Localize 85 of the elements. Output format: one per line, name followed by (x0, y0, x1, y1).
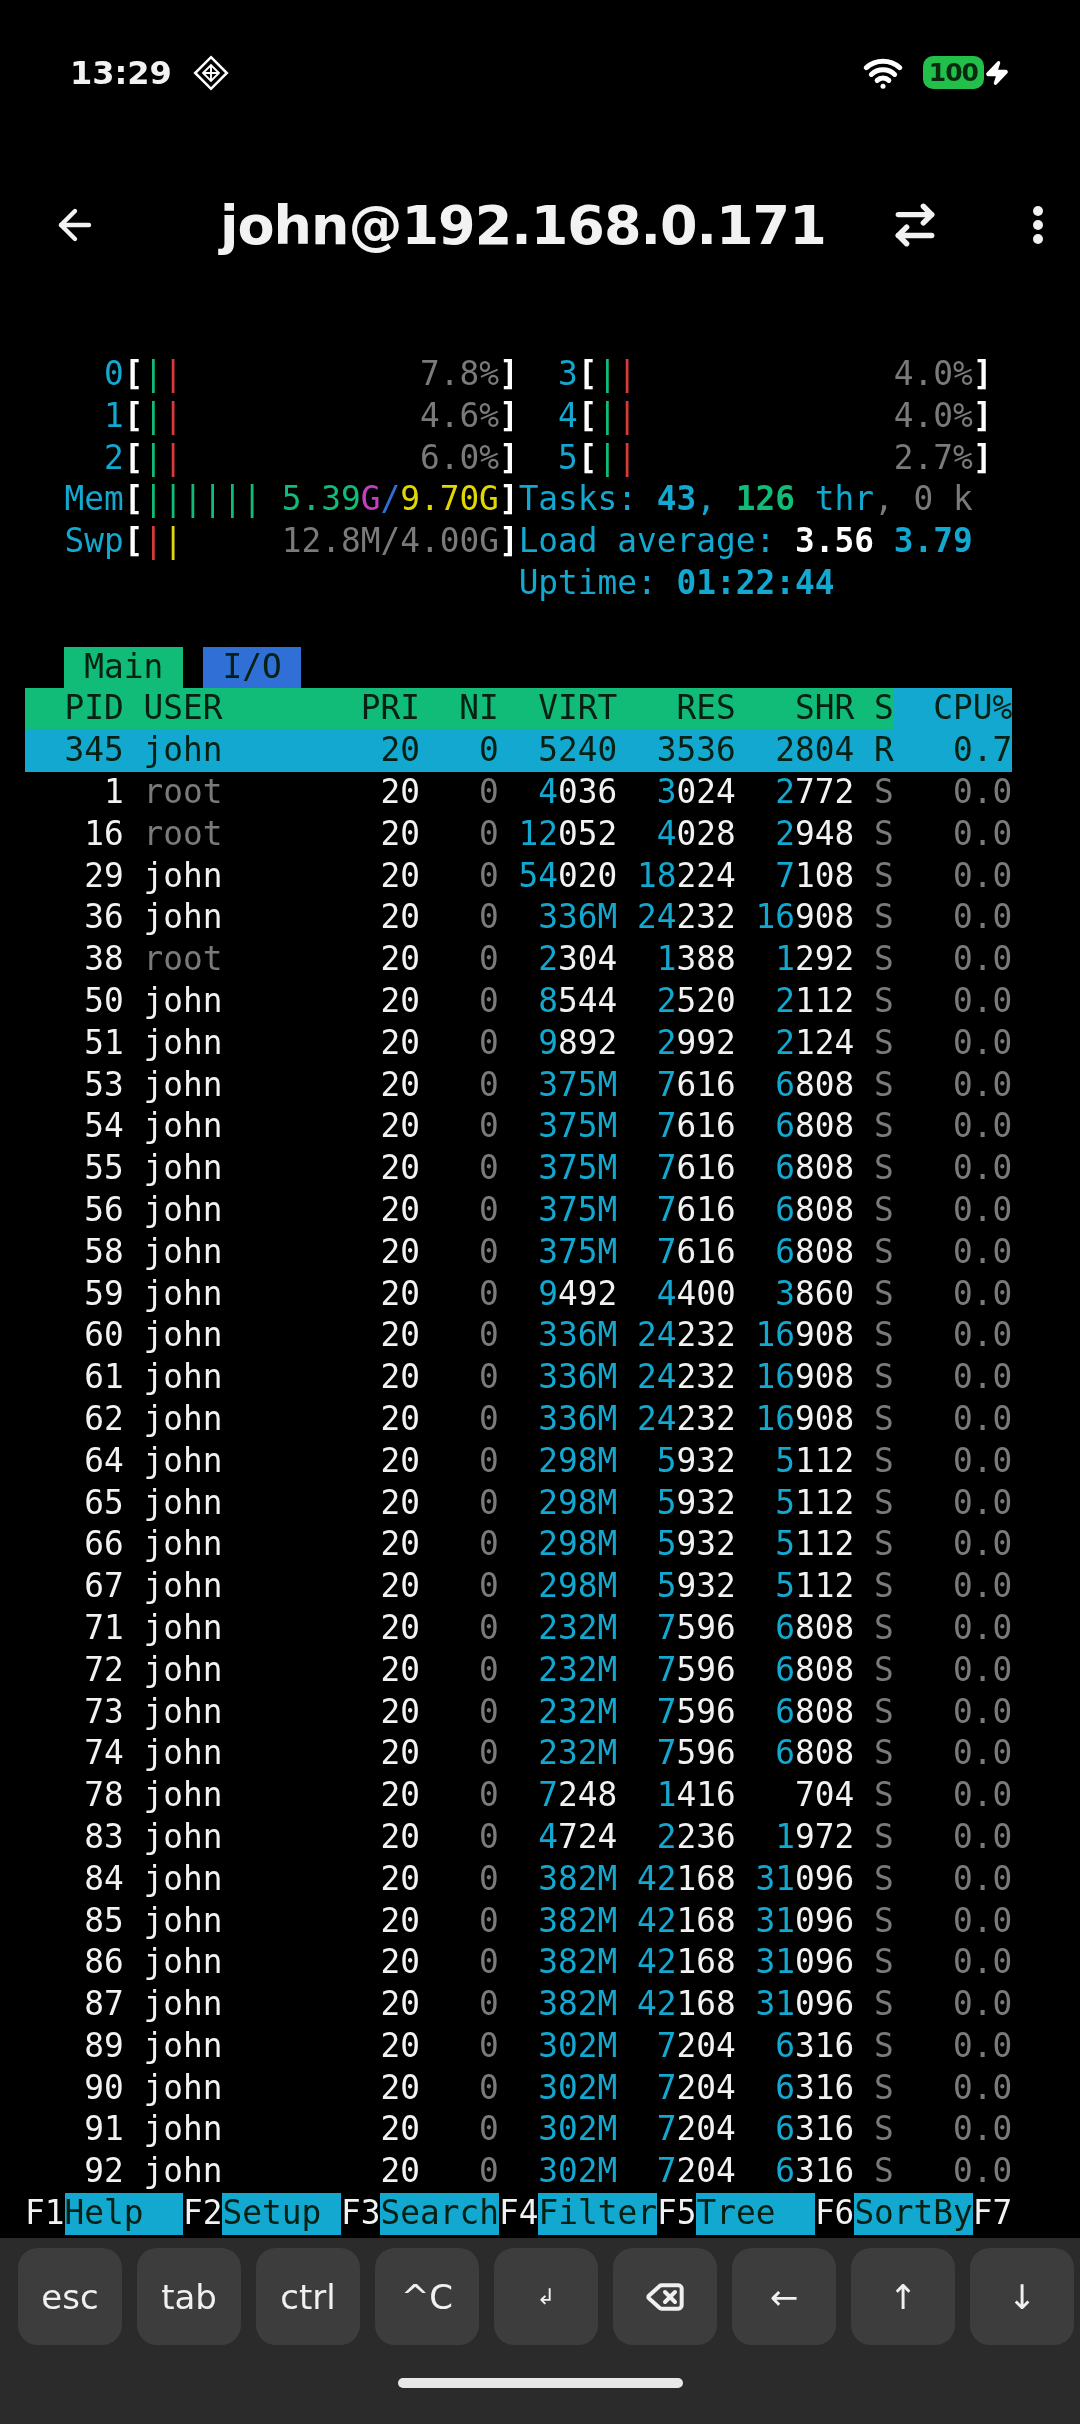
column-header[interactable]: PID (25, 688, 124, 731)
function-key-label: F4 (498, 2193, 539, 2235)
process-row[interactable]: 66 john 20 0 298M 5932 5112 S 0.0 (25, 1524, 1013, 1567)
process-row[interactable]: 90 john 20 0 302M 7204 6316 S 0.0 (25, 2067, 1013, 2110)
function-key-label: F2 (182, 2193, 223, 2235)
column-header[interactable]: USER (123, 688, 322, 731)
process-row[interactable]: 87 john 20 0 382M 42168 31096 S 0.0 (25, 1984, 1013, 2026)
process-row[interactable]: 78 john 20 0 7248 1416 704 S 0.0 (25, 1775, 1013, 1817)
system-info-line: Uptime: 01:22:44 (518, 563, 836, 604)
system-info-line: Tasks: 43, 126 thr, 0 k (518, 479, 974, 521)
process-row[interactable]: 59 john 20 0 9492 4400 3860 S 0.0 (25, 1273, 1013, 1316)
column-header[interactable]: S (854, 688, 894, 731)
process-row[interactable]: 55 john 20 0 375M 7616 6808 S 0.0 (25, 1148, 1013, 1190)
process-row[interactable]: 89 john 20 0 302M 7204 6316 S 0.0 (25, 2025, 1013, 2068)
column-header[interactable]: SHR (735, 688, 855, 731)
usage-meter: 1[|| 4.6%] (102, 395, 519, 437)
function-key-label: F1 (25, 2193, 65, 2235)
process-row[interactable]: 65 john 20 0 298M 5932 5112 S 0.0 (25, 1482, 1013, 1525)
function-key-button[interactable]: Tree (696, 2193, 815, 2235)
process-row[interactable]: 1 root 20 0 4036 3024 2772 S 0.0 (25, 772, 1013, 814)
extra-key[interactable]: esc (18, 2248, 122, 2345)
process-row[interactable]: 51 john 20 0 9892 2992 2124 S 0.0 (25, 1022, 1013, 1065)
function-key-button[interactable]: Setup (222, 2193, 341, 2235)
function-key-button[interactable]: Filter (538, 2193, 657, 2235)
extra-key[interactable]: ↑ (851, 2248, 955, 2345)
process-row[interactable]: 53 john 20 0 375M 7616 6808 S 0.0 (25, 1064, 1013, 1107)
process-row[interactable]: 38 root 20 0 2304 1388 1292 S 0.0 (25, 939, 1013, 981)
process-row[interactable]: 62 john 20 0 336M 24232 16908 S 0.0 (25, 1398, 1013, 1441)
usage-meter: 5[|| 2.7%] (557, 437, 993, 479)
screen-tab[interactable]: I/O (202, 646, 302, 689)
process-row[interactable]: 36 john 20 0 336M 24232 16908 S 0.0 (25, 897, 1013, 940)
process-row[interactable]: 85 john 20 0 382M 42168 31096 S 0.0 (25, 1900, 1013, 1943)
process-row[interactable]: 74 john 20 0 232M 7596 6808 S 0.0 (25, 1733, 1013, 1776)
column-header[interactable]: CPU% (893, 688, 1013, 731)
process-row[interactable]: 58 john 20 0 375M 7616 6808 S 0.0 (25, 1231, 1013, 1274)
process-row[interactable]: 83 john 20 0 4724 2236 1972 S 0.0 (25, 1816, 1013, 1859)
usage-meter: 2[|| 6.0%] (102, 437, 519, 479)
usage-meter: Swp[|| 12.8M/4.00G] (63, 521, 519, 563)
more-vertical-icon (1032, 205, 1044, 245)
battery-level: 100 (922, 56, 984, 89)
function-key-button[interactable]: Help (64, 2193, 183, 2235)
process-row[interactable]: 64 john 20 0 298M 5932 5112 S 0.0 (25, 1440, 1013, 1483)
extra-key[interactable]: tab (137, 2248, 241, 2345)
process-row[interactable]: 345 john 20 0 5240 3536 2804 R 0.7 (25, 730, 1013, 772)
process-row[interactable]: 73 john 20 0 232M 7596 6808 S 0.0 (25, 1691, 1013, 1734)
window-title: john@192.168.0.171 (220, 193, 827, 257)
clock-time: 13:29 (70, 53, 172, 92)
function-key-label: F3 (340, 2193, 381, 2235)
extra-key[interactable]: ← (732, 2248, 836, 2345)
usage-meter: 4[|| 4.0%] (557, 395, 993, 437)
usage-meter: Mem[|||||| 5.39G/9.70G] (63, 479, 519, 521)
process-row[interactable]: 91 john 20 0 302M 7204 6316 S 0.0 (25, 2109, 1013, 2152)
enter-key[interactable]: ↲ (494, 2248, 598, 2345)
backspace-key[interactable] (613, 2248, 717, 2345)
extra-key[interactable]: ↓ (970, 2248, 1074, 2345)
process-row[interactable]: 60 john 20 0 336M 24232 16908 S 0.0 (25, 1315, 1013, 1358)
function-key-label: F5 (656, 2193, 697, 2235)
function-key-button[interactable]: SortBy (854, 2193, 973, 2235)
column-header[interactable]: RES (617, 688, 736, 731)
column-header[interactable]: NI (419, 688, 499, 731)
column-header[interactable]: PRI (321, 688, 420, 731)
process-row[interactable]: 72 john 20 0 232M 7596 6808 S 0.0 (25, 1649, 1013, 1692)
process-row[interactable]: 61 john 20 0 336M 24232 16908 S 0.0 (25, 1357, 1013, 1399)
extra-key[interactable]: ctrl (256, 2248, 360, 2345)
process-row[interactable]: 54 john 20 0 375M 7616 6808 S 0.0 (25, 1106, 1013, 1149)
function-key-label: F6 (814, 2193, 855, 2235)
process-row[interactable]: 29 john 20 0 54020 18224 7108 S 0.0 (25, 855, 1013, 898)
usage-meter: 3[|| 4.0%] (557, 354, 993, 395)
process-row[interactable]: 67 john 20 0 298M 5932 5112 S 0.0 (25, 1566, 1013, 1608)
process-row[interactable]: 84 john 20 0 382M 42168 31096 S 0.0 (25, 1858, 1013, 1901)
extra-key[interactable]: ^C (375, 2248, 479, 2345)
process-row[interactable]: 56 john 20 0 375M 7616 6808 S 0.0 (25, 1189, 1013, 1232)
column-header[interactable]: VIRT (498, 688, 618, 731)
function-key-label: F7 (972, 2193, 1013, 2235)
diamond-grid-icon (191, 53, 230, 92)
screen-tab[interactable]: Main (64, 646, 183, 689)
process-row[interactable]: 92 john 20 0 302M 7204 6316 S 0.0 (25, 2151, 1013, 2194)
function-key-button[interactable]: Search (380, 2193, 499, 2235)
process-row[interactable]: 86 john 20 0 382M 42168 31096 S 0.0 (25, 1942, 1013, 1985)
process-row[interactable]: 16 root 20 0 12052 4028 2948 S 0.0 (25, 813, 1013, 856)
process-row[interactable]: 71 john 20 0 232M 7596 6808 S 0.0 (25, 1607, 1013, 1650)
charging-bolt-icon (984, 59, 1010, 86)
usage-meter: 0[|| 7.8%] (102, 354, 519, 395)
process-row[interactable]: 50 john 20 0 8544 2520 2112 S 0.0 (25, 980, 1013, 1023)
system-info-line: Load average: 3.56 3.79 (518, 521, 974, 563)
